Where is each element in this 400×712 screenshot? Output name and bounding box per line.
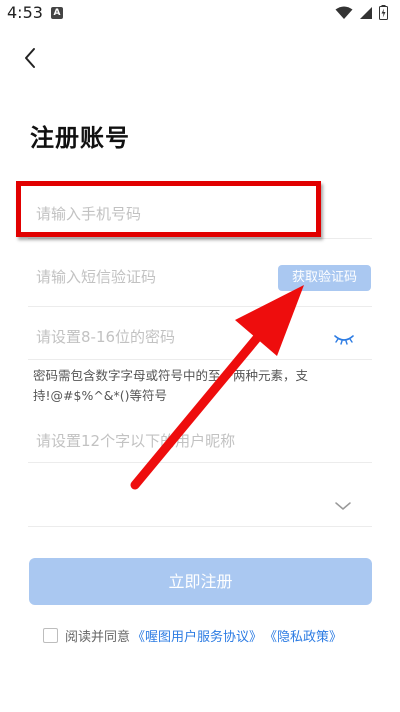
sms-code-placeholder: 请输入短信验证码 (36, 268, 157, 286)
agreement-prefix: 阅读并同意 (65, 630, 131, 645)
nickname-input[interactable]: 请设置12个字以下的用户昵称 (28, 407, 372, 463)
register-button[interactable]: 立即注册 (29, 558, 372, 605)
password-hint: 密码需包含数字字母或符号中的至少两种元素，支持!@#$%^&*()等符号 (33, 368, 309, 403)
app-notification-icon: A (51, 7, 63, 19)
wifi-icon (335, 6, 353, 19)
page-title: 注册账号 (30, 124, 130, 152)
status-time: 4:53 (7, 3, 43, 22)
password-placeholder: 请设置8-16位的密码 (36, 328, 176, 346)
category-select[interactable] (28, 462, 372, 527)
status-bar: 4:53 A (0, 0, 400, 26)
agreement-row: 阅读并同意 《喔图用户服务协议》 《隐私政策》 (43, 626, 342, 645)
service-agreement-link[interactable]: 《喔图用户服务协议》 (132, 626, 262, 645)
password-input[interactable]: 请设置8-16位的密码 (28, 306, 372, 360)
chevron-down-icon (335, 502, 351, 510)
annotation-highlight-box (16, 181, 321, 237)
signal-icon (360, 6, 372, 19)
nickname-placeholder: 请设置12个字以下的用户昵称 (36, 432, 236, 450)
password-visibility-toggle[interactable] (333, 330, 355, 345)
privacy-policy-link[interactable]: 《隐私政策》 (264, 626, 342, 645)
back-button[interactable] (20, 44, 46, 72)
status-icons (335, 5, 388, 20)
dropdown-toggle[interactable] (334, 497, 352, 510)
agreement-checkbox[interactable] (43, 628, 58, 643)
battery-icon (379, 5, 388, 20)
get-code-button[interactable]: 获取验证码 (278, 265, 371, 291)
eye-closed-icon (334, 335, 354, 345)
back-arrow-icon (25, 48, 35, 68)
